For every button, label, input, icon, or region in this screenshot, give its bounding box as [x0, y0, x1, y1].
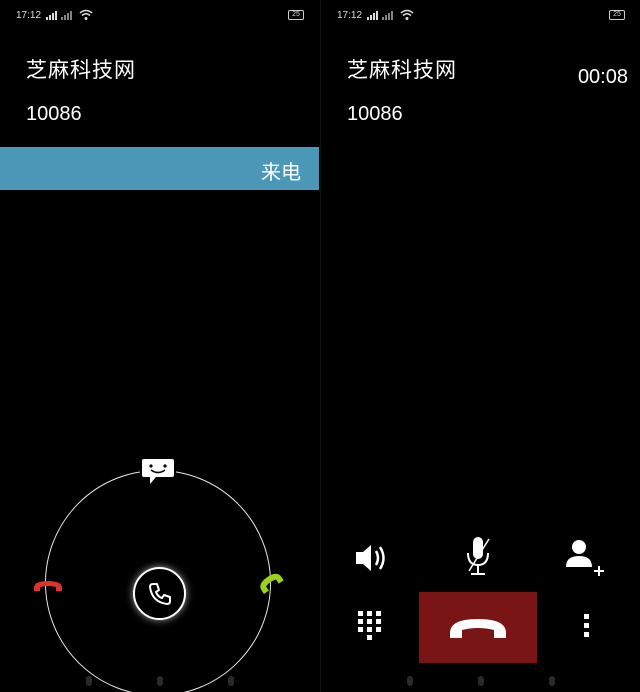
dialpad-button[interactable]	[350, 606, 390, 646]
phone-accept-icon	[260, 573, 284, 594]
status-bar: 17:12 25	[321, 0, 640, 30]
nav-dot	[86, 676, 92, 686]
incoming-call-screen: 17:12 25 芝麻科技网 10086 来电	[0, 0, 320, 692]
caller-number: 10086	[26, 103, 82, 125]
status-bar: 17:12 25	[0, 0, 320, 30]
nav-dot	[407, 676, 413, 686]
incoming-label: 来电	[261, 160, 301, 184]
more-icon	[584, 614, 589, 637]
speaker-icon	[356, 545, 385, 571]
wifi-icon	[79, 9, 93, 20]
speaker-button[interactable]	[350, 536, 394, 580]
end-call-button[interactable]	[419, 592, 537, 663]
caller-name: 芝麻科技网	[347, 58, 457, 82]
nav-dot	[478, 676, 484, 686]
dialpad-icon	[358, 611, 381, 640]
nav-dot	[157, 676, 163, 686]
phone-answer-icon	[148, 582, 171, 605]
phone-decline-icon	[34, 581, 62, 591]
message-icon	[142, 459, 174, 484]
battery-icon: 25	[609, 10, 625, 20]
accept-call-target[interactable]	[254, 566, 288, 600]
mute-button[interactable]	[456, 533, 500, 581]
answer-handle[interactable]	[133, 567, 186, 620]
incoming-call-banner: 来电	[0, 147, 319, 190]
caller-number: 10086	[347, 103, 403, 125]
call-timer: 00:08	[577, 66, 628, 88]
signal-icon	[61, 10, 72, 20]
nav-bar	[0, 670, 320, 692]
wifi-icon	[400, 9, 414, 20]
caller-name: 芝麻科技网	[26, 58, 136, 82]
nav-dot	[549, 676, 555, 686]
decline-call-target[interactable]	[31, 574, 65, 596]
reply-message-button[interactable]	[140, 456, 176, 484]
active-call-screen: 17:12 25 芝麻科技网 10086 00:08	[320, 0, 640, 692]
signal-icon	[46, 10, 57, 20]
signal-icon	[382, 10, 393, 20]
add-contact-icon	[566, 540, 604, 576]
more-options-button[interactable]	[575, 606, 599, 646]
status-time: 17:12	[16, 10, 42, 21]
status-time: 17:12	[337, 10, 363, 21]
mute-mic-icon	[467, 537, 490, 575]
battery-icon: 25	[288, 10, 304, 20]
add-call-button[interactable]	[560, 533, 608, 581]
signal-icon	[367, 10, 378, 20]
nav-bar	[321, 670, 640, 692]
end-call-icon	[450, 618, 506, 638]
nav-dot	[228, 676, 234, 686]
